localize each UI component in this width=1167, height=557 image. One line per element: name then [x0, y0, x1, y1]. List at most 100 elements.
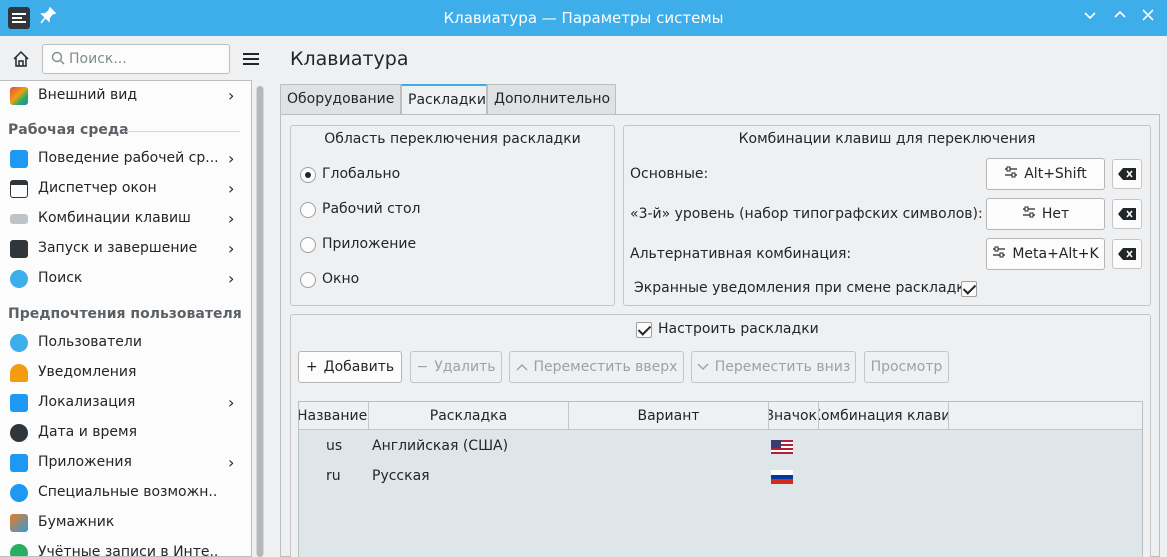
home-icon [13, 50, 29, 67]
localization-icon [10, 394, 28, 412]
search-icon [10, 270, 28, 288]
col-name[interactable]: Название [299, 402, 369, 430]
sidebar-item-notifications[interactable]: Уведомления [0, 358, 250, 388]
col-shortcut[interactable]: Комбинация клавиш [819, 402, 949, 430]
sidebar-item-startup-shutdown[interactable]: Запуск и завершение › [0, 234, 250, 264]
maximize-button[interactable] [1108, 6, 1132, 30]
table-row-ru[interactable]: ru Русская [299, 461, 1142, 491]
sidebar-item-localization[interactable]: Локализация › [0, 388, 250, 418]
plus-icon: + [305, 359, 318, 375]
main-shortcut-button[interactable]: Alt+Shift [986, 158, 1105, 190]
sidebar-item-wallet[interactable]: Бумажник [0, 508, 250, 538]
clear-third-level-button[interactable] [1112, 199, 1142, 229]
chevron-right-icon: › [228, 209, 235, 228]
sidebar-item-applications[interactable]: Приложения › [0, 448, 250, 478]
startup-shutdown-icon [10, 240, 28, 258]
clock-icon [10, 424, 28, 442]
osd-label[interactable]: Экранные уведомления при смене раскладки [634, 280, 974, 296]
sidebar-item-window-manager[interactable]: Диспетчер окон › [0, 174, 250, 204]
chevron-right-icon: › [228, 393, 235, 412]
third-level-shortcut-button[interactable]: Нет [986, 198, 1105, 230]
remove-layout-button[interactable]: − Удалить [410, 351, 502, 383]
radio-application[interactable] [300, 237, 316, 253]
chevron-right-icon: › [228, 179, 235, 198]
section-title-user-preferences: Предпочтения пользователя [8, 306, 242, 322]
configure-layouts-checkbox[interactable] [636, 322, 652, 338]
col-icon[interactable]: Значок [769, 402, 819, 430]
radio-desktop-label[interactable]: Рабочий стол [322, 201, 421, 217]
layouts-tab-panel: Область переключения раскладки Глобально… [280, 114, 1160, 557]
layouts-table: Название Раскладка Вариант Значок Комбин… [298, 401, 1143, 557]
sidebar-item-users[interactable]: Пользователи [0, 328, 250, 358]
title-bar: Клавиатура — Параметры системы [0, 0, 1167, 36]
sidebar-item-shortcuts[interactable]: Комбинации клавиш › [0, 204, 250, 234]
main-content: Клавиатура Оборудование Раскладки Дополн… [270, 36, 1167, 557]
tab-layouts[interactable]: Раскладки [401, 84, 487, 115]
clear-input-icon [1118, 168, 1136, 180]
bell-icon [10, 364, 28, 382]
window-title: Клавиатура — Параметры системы [443, 9, 724, 27]
sidebar-item-online-accounts[interactable]: Учётные записи в Инте... [0, 538, 250, 556]
sidebar-item-workspace-behavior[interactable]: Поведение рабочей ср... › [0, 144, 250, 174]
alternative-shortcut-label: Альтернативная комбинация: [630, 246, 852, 262]
window-manager-icon [10, 180, 28, 198]
clear-input-icon [1118, 208, 1136, 220]
clear-input-icon [1118, 248, 1136, 260]
us-flag-icon [771, 440, 793, 454]
main-shortcut-label: Основные: [630, 166, 709, 182]
table-row-us[interactable]: us Английская (США) [299, 431, 1142, 461]
radio-global-label[interactable]: Глобально [322, 166, 400, 182]
radio-global[interactable] [300, 167, 316, 183]
chevron-right-icon: › [228, 86, 235, 105]
workspace-behavior-icon [10, 150, 28, 168]
users-icon [10, 334, 28, 352]
radio-desktop[interactable] [300, 202, 316, 218]
configure-icon [1004, 166, 1018, 182]
radio-application-label[interactable]: Приложение [322, 236, 416, 252]
col-layout[interactable]: Раскладка [369, 402, 569, 430]
switch-shortcuts-group: Комбинации клавиш для переключения Основ… [623, 125, 1151, 306]
chevron-right-icon: › [228, 239, 235, 258]
sidebar: Поиск... Внешний вид › Рабочая среда Пов… [0, 36, 270, 557]
alternative-shortcut-button[interactable]: Meta+Alt+K [986, 238, 1105, 270]
col-variant[interactable]: Вариант [569, 402, 769, 430]
search-field[interactable]: Поиск... [42, 44, 230, 74]
layouts-group: Настроить раскладки + Добавить − Удалить… [290, 314, 1151, 557]
sidebar-list: Внешний вид › Рабочая среда Поведение ра… [0, 80, 252, 557]
tab-advanced[interactable]: Дополнительно [487, 84, 616, 114]
switch-scope-group: Область переключения раскладки Глобально… [290, 125, 615, 306]
wallet-icon [10, 514, 28, 532]
chevron-right-icon: › [228, 269, 235, 288]
clear-alternative-button[interactable] [1112, 239, 1142, 269]
sidebar-item-appearance[interactable]: Внешний вид › [0, 81, 250, 111]
hamburger-menu-button[interactable] [238, 44, 264, 74]
section-title-workspace: Рабочая среда [8, 122, 129, 138]
close-button[interactable] [1136, 6, 1160, 30]
configure-icon [1022, 206, 1036, 222]
switch-shortcuts-title: Комбинации клавиш для переключения [738, 131, 1036, 147]
radio-window[interactable] [300, 272, 316, 288]
configure-layouts-label[interactable]: Настроить раскладки [658, 321, 819, 337]
clear-main-shortcut-button[interactable] [1112, 159, 1142, 189]
applications-icon [10, 454, 28, 472]
move-up-button[interactable]: Переместить вверх [509, 351, 684, 383]
sidebar-item-accessibility[interactable]: Специальные возможн... [0, 478, 250, 508]
chevron-right-icon: › [228, 453, 235, 472]
preview-button[interactable]: Просмотр [864, 351, 949, 383]
sidebar-item-date-time[interactable]: Дата и время [0, 418, 250, 448]
sidebar-item-search[interactable]: Поиск › [0, 264, 250, 294]
switch-scope-title: Область переключения раскладки [324, 131, 581, 147]
add-layout-button[interactable]: + Добавить [298, 351, 402, 383]
tab-hardware[interactable]: Оборудование [280, 84, 401, 114]
appearance-icon [10, 87, 28, 105]
configure-icon [992, 246, 1006, 262]
third-level-label: «3-й» уровень (набор типографских символ… [630, 206, 983, 222]
search-placeholder: Поиск... [69, 51, 127, 67]
home-button[interactable] [6, 44, 36, 74]
minimize-button[interactable] [1078, 6, 1102, 30]
osd-checkbox[interactable] [961, 281, 977, 297]
shortcuts-icon [10, 214, 28, 224]
sidebar-scrollbar[interactable] [256, 86, 264, 557]
move-down-button[interactable]: Переместить вниз [691, 351, 856, 383]
radio-window-label[interactable]: Окно [322, 271, 359, 287]
